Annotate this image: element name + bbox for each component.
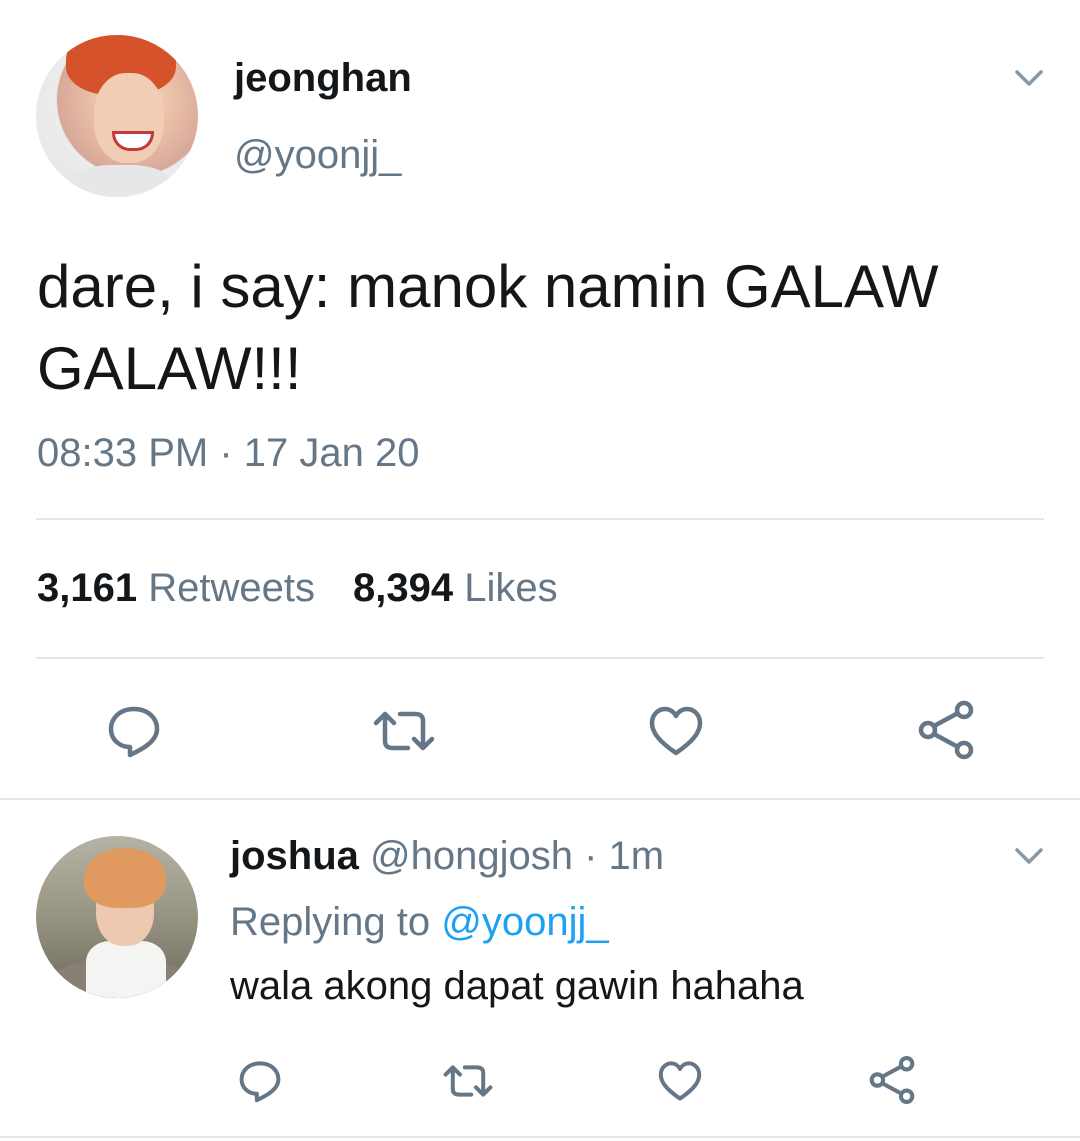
heart-icon bbox=[649, 706, 703, 756]
tweet-timestamp[interactable]: 08:33 PM · 17 Jan 20 bbox=[37, 431, 419, 476]
comment-icon bbox=[108, 706, 160, 758]
likes-count: 8,394 bbox=[352, 566, 454, 610]
avatar[interactable] bbox=[36, 35, 198, 197]
likes-stat[interactable]: 8,394 Likes bbox=[353, 566, 558, 610]
divider bbox=[36, 657, 1044, 659]
heart-icon bbox=[658, 1061, 702, 1101]
tweet-text-line-1: dare, i say: manok namin GALAW bbox=[37, 253, 939, 320]
tweet-text: dare, i say: manok namin GALAW GALAW!!! bbox=[37, 246, 1037, 410]
divider bbox=[0, 798, 1080, 800]
retweets-stat[interactable]: 3,161 Retweets bbox=[37, 566, 315, 610]
chevron-down-icon[interactable] bbox=[1011, 838, 1047, 874]
author-handle[interactable]: @yoonjj_ bbox=[234, 133, 401, 178]
like-button[interactable] bbox=[640, 695, 712, 767]
retweets-count: 3,161 bbox=[37, 566, 138, 610]
likes-label: Likes bbox=[464, 566, 558, 610]
like-button[interactable] bbox=[652, 1053, 708, 1109]
reply-text: wala akong dapat gawin hahaha bbox=[230, 964, 804, 1008]
replying-prefix: Replying to bbox=[230, 900, 431, 944]
retweet-button[interactable] bbox=[438, 1053, 498, 1109]
retweet-button[interactable] bbox=[368, 695, 440, 767]
share-icon bbox=[869, 1056, 915, 1104]
retweet-icon bbox=[373, 711, 435, 751]
author-name[interactable]: jeonghan bbox=[234, 56, 412, 101]
avatar[interactable] bbox=[36, 836, 198, 998]
share-icon bbox=[918, 700, 974, 760]
divider bbox=[36, 518, 1044, 520]
retweet-icon bbox=[443, 1065, 493, 1097]
replying-mention-link[interactable]: @yoonjj_ bbox=[441, 900, 608, 944]
reply-author-handle-time[interactable]: @hongjosh · 1m bbox=[370, 834, 664, 878]
reply-header: joshua @hongjosh · 1m bbox=[230, 834, 664, 879]
chevron-down-icon[interactable] bbox=[1011, 60, 1047, 96]
retweets-label: Retweets bbox=[148, 566, 315, 610]
share-button[interactable] bbox=[908, 692, 984, 768]
replying-to: Replying to @yoonjj_ bbox=[230, 900, 609, 945]
tweet-text-line-2: GALAW!!! bbox=[37, 335, 302, 402]
share-button[interactable] bbox=[862, 1050, 922, 1110]
reply-author-name[interactable]: joshua bbox=[230, 834, 359, 878]
tweet-stats: 3,161 Retweets 8,394 Likes bbox=[37, 566, 558, 611]
reply-button[interactable] bbox=[98, 695, 170, 767]
reply-button[interactable] bbox=[232, 1053, 288, 1109]
comment-icon bbox=[239, 1061, 281, 1103]
divider bbox=[0, 1136, 1080, 1138]
main-tweet: jeonghan @yoonjj_ dare, i say: manok nam… bbox=[0, 0, 1080, 800]
